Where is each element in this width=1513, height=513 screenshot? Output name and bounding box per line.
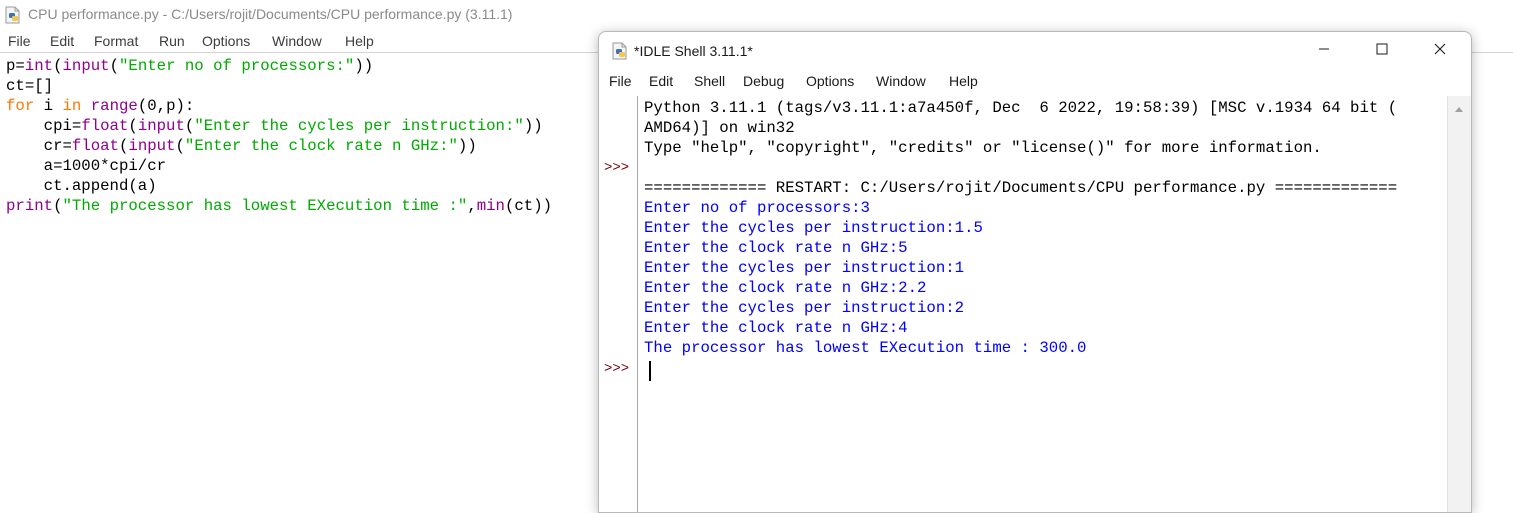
maximize-button[interactable] <box>1353 32 1411 70</box>
python-file-icon <box>611 42 629 65</box>
code-line-5: cr=float(input("Enter the clock rate n G… <box>6 137 477 155</box>
output-line: Enter the clock rate n GHz:2.2 <box>644 279 927 297</box>
editor-menu-help[interactable]: Help <box>345 33 374 49</box>
shell-menu-options[interactable]: Options <box>806 73 854 89</box>
shell-menu-edit[interactable]: Edit <box>649 73 673 89</box>
output-line: Enter the cycles per instruction:1.5 <box>644 219 983 237</box>
editor-menu-run[interactable]: Run <box>159 33 185 49</box>
editor-menu-window[interactable]: Window <box>272 33 322 49</box>
editor-menu-edit[interactable]: Edit <box>50 33 74 49</box>
shell-menu-bar: File Edit Shell Debug Options Window Hel… <box>599 70 1471 94</box>
shell-title-bar[interactable]: *IDLE Shell 3.11.1* <box>599 32 1471 70</box>
editor-title-bar[interactable]: CPU performance.py - C:/Users/rojit/Docu… <box>0 0 1513 30</box>
editor-menu-file[interactable]: File <box>8 33 31 49</box>
shell-vertical-scrollbar[interactable] <box>1447 96 1471 512</box>
close-icon <box>1434 42 1446 60</box>
banner-line: Type "help", "copyright", "credits" or "… <box>644 139 1322 157</box>
banner-line: Python 3.11.1 (tags/v3.11.1:a7a450f, Dec… <box>644 99 1398 117</box>
close-button[interactable] <box>1411 32 1469 70</box>
code-line-4: cpi=float(input("Enter the cycles per in… <box>6 117 543 135</box>
shell-prompt: >>> <box>604 160 630 176</box>
shell-menu-debug[interactable]: Debug <box>743 73 784 89</box>
minimize-button[interactable] <box>1295 32 1353 70</box>
output-line: Enter the cycles per instruction:1 <box>644 259 965 277</box>
shell-menu-file[interactable]: File <box>609 73 632 89</box>
output-line: Enter the clock rate n GHz:5 <box>644 239 908 257</box>
text-cursor <box>649 361 651 381</box>
idle-shell-window: *IDLE Shell 3.11.1* File Edit Shell Debu… <box>598 31 1472 513</box>
result-line: The processor has lowest EXecution time … <box>644 339 1087 357</box>
shell-output-area[interactable]: Python 3.11.1 (tags/v3.11.1:a7a450f, Dec… <box>644 96 1444 512</box>
editor-menu-options[interactable]: Options <box>202 33 250 49</box>
output-line: Enter the clock rate n GHz:4 <box>644 319 908 337</box>
shell-window-title: *IDLE Shell 3.11.1* <box>634 43 753 59</box>
editor-menu-format[interactable]: Format <box>94 33 138 49</box>
code-line-8: print("The processor has lowest EXecutio… <box>6 197 553 215</box>
shell-prompt-gutter: >>> >>> <box>599 96 638 512</box>
shell-menu-shell[interactable]: Shell <box>694 73 725 89</box>
restart-line: ============= RESTART: C:/Users/rojit/Do… <box>644 179 1398 197</box>
banner-line: AMD64)] on win32 <box>644 119 795 137</box>
shell-menu-help[interactable]: Help <box>949 73 978 89</box>
python-file-icon <box>4 6 22 29</box>
editor-window-title: CPU performance.py - C:/Users/rojit/Docu… <box>28 6 513 22</box>
shell-prompt: >>> <box>604 361 630 377</box>
output-line: Enter no of processors:3 <box>644 199 870 217</box>
code-line-3: for i in range(0,p): <box>6 97 195 115</box>
minimize-icon <box>1318 42 1330 60</box>
output-line: Enter the cycles per instruction:2 <box>644 299 965 317</box>
code-line-1: p=int(input("Enter no of processors:")) <box>6 57 374 75</box>
shell-menu-window[interactable]: Window <box>876 73 926 89</box>
code-line-2: ct=[] <box>6 77 54 95</box>
maximize-icon <box>1376 42 1388 60</box>
code-line-6: a=1000*cpi/cr <box>6 157 167 175</box>
scroll-up-arrow-icon[interactable] <box>1454 100 1464 118</box>
code-line-7: ct.append(a) <box>6 177 157 195</box>
